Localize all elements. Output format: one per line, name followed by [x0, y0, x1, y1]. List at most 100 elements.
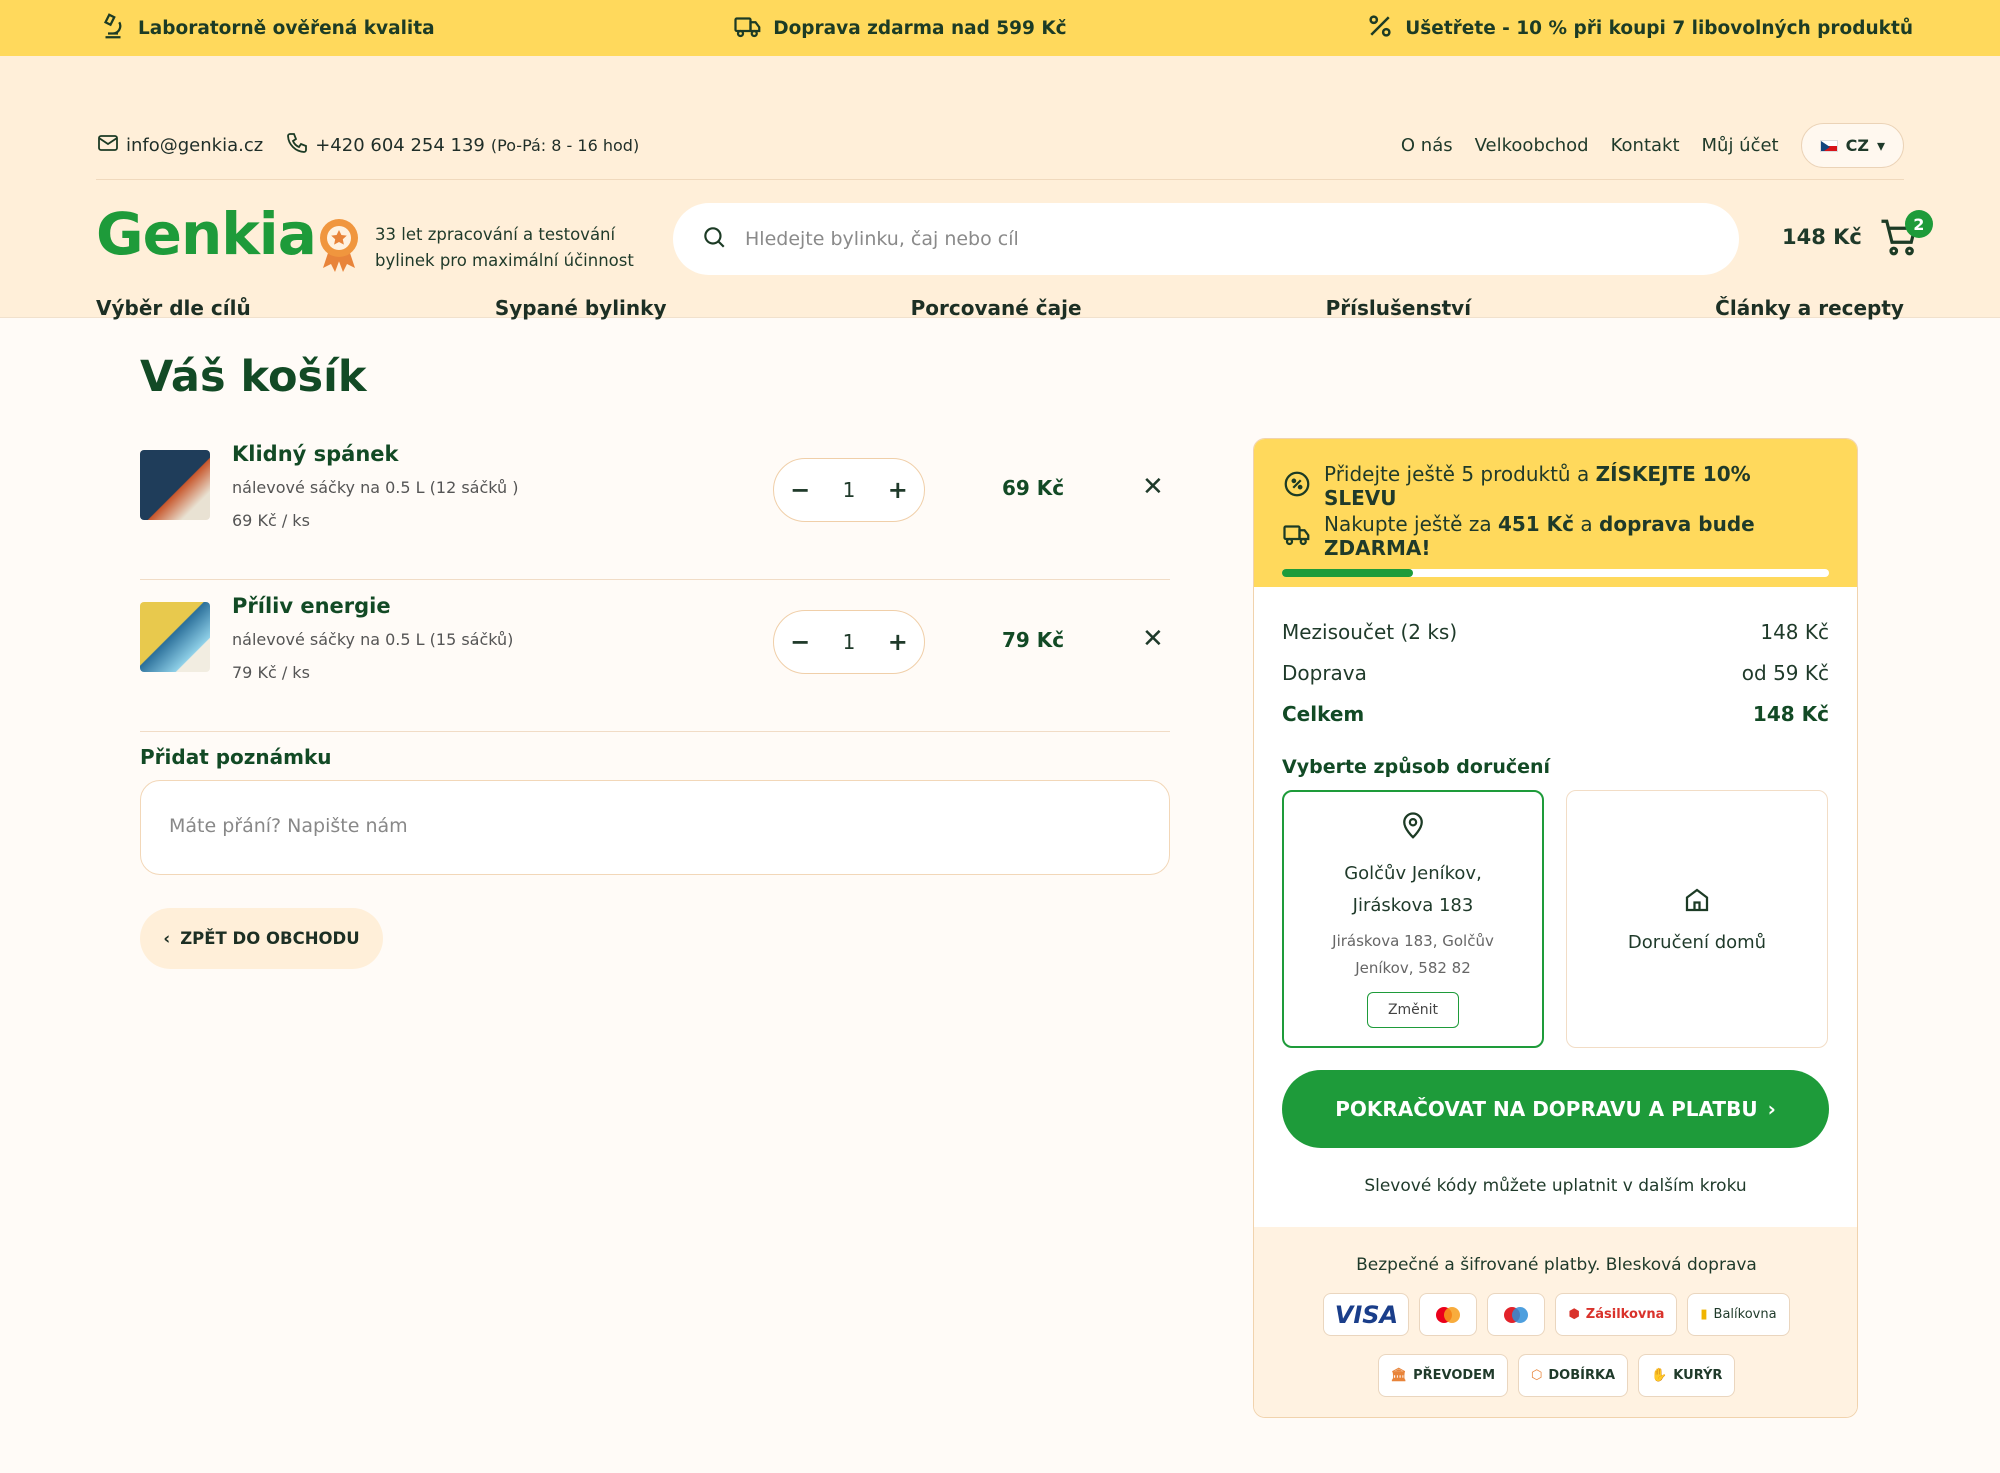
promo-bar: Laboratorně ověřená kvalita Doprava zdar… [0, 0, 2000, 56]
cart-item: Klidný spánek nálevové sáčky na 0.5 L (1… [140, 428, 1170, 580]
delivery-option-pickup[interactable]: Golčův Jeníkov, Jiráskova 183 Jiráskova … [1282, 790, 1544, 1048]
main-navigation: Výběr dle cílů Sypané bylinky Porcované … [96, 296, 1904, 320]
page-title: Váš košík [140, 352, 367, 402]
totals: Mezisoučet (2 ks) 148 Kč Doprava od 59 K… [1254, 587, 1857, 1196]
nav-goals[interactable]: Výběr dle cílů [96, 296, 251, 320]
microscope-icon [98, 11, 128, 46]
unit-price: 79 Kč / ks [232, 663, 310, 682]
badge-line-2: bylinek pro maximální účinnost [375, 251, 634, 270]
subtotal-value: 148 Kč [1760, 619, 1829, 644]
increase-button[interactable]: + [888, 628, 908, 656]
language-switcher[interactable]: CZ ▾ [1800, 123, 1904, 168]
product-image[interactable] [140, 602, 210, 672]
quantity-value[interactable]: 1 [843, 630, 856, 654]
total-label: Celkem [1282, 701, 1365, 726]
change-pickup-button[interactable]: Změnit [1366, 991, 1460, 1028]
promo-shipping-text: Doprava zdarma nad 599 Kč [773, 17, 1067, 39]
nav-loose-herbs[interactable]: Sypané bylinky [495, 296, 667, 320]
continue-button[interactable]: POKRAČOVAT NA DOPRAVU A PLATBU › [1282, 1070, 1829, 1148]
shipping-row: Doprava od 59 Kč [1282, 652, 1829, 693]
home-icon [1682, 885, 1712, 932]
location-pin-icon [1398, 811, 1428, 858]
balikovna-icon: ▮ [1700, 1307, 1708, 1322]
quantity-value[interactable]: 1 [843, 478, 856, 502]
pickup-title-1: Golčův Jeníkov, [1344, 862, 1482, 884]
delivery-options: Golčův Jeníkov, Jiráskova 183 Jiráskova … [1282, 790, 1829, 1048]
percent-icon [1365, 11, 1395, 46]
czech-flag-icon [1819, 139, 1838, 152]
promo-discount: Ušetřete - 10 % při koupi 7 libovolných … [1365, 11, 1913, 46]
product-name[interactable]: Příliv energie [232, 594, 391, 618]
cart-item: Příliv energie nálevové sáčky na 0.5 L (… [140, 580, 1170, 732]
quantity-stepper: − 1 + [773, 458, 925, 522]
nav-accessories[interactable]: Příslušenství [1326, 296, 1471, 320]
phone-text: +420 604 254 139 [315, 135, 485, 156]
cart-items: Klidný spánek nálevové sáčky na 0.5 L (1… [140, 428, 1170, 732]
link-about[interactable]: O nás [1401, 135, 1453, 156]
cart-icon[interactable]: 2 [1878, 210, 1933, 258]
phone-link[interactable]: +420 604 254 139 (Po-Pá: 8 - 16 hod) [285, 131, 639, 160]
nav-tea-bags[interactable]: Porcované čaje [911, 296, 1082, 320]
delivery-option-home[interactable]: Doručení domů [1566, 790, 1828, 1048]
discount-icon [1282, 469, 1312, 504]
note-label: Přidat poznámku [140, 745, 332, 769]
site-logo[interactable]: Genkia [96, 200, 317, 268]
site-header: info@genkia.cz +420 604 254 139 (Po-Pá: … [0, 56, 2000, 320]
promo-discount-text: Ušetřete - 10 % při koupi 7 libovolných … [1405, 17, 1913, 39]
link-contact[interactable]: Kontakt [1611, 135, 1680, 156]
back-to-shop-button[interactable]: ‹ ZPĚT DO OBCHODU [140, 908, 383, 969]
maestro-logo [1487, 1293, 1546, 1336]
link-wholesale[interactable]: Velkoobchod [1475, 135, 1589, 156]
progress-fill [1282, 569, 1414, 577]
shipping-label: Doprava [1282, 660, 1367, 685]
delivery-title: Vyberte způsob doručení [1282, 756, 1551, 778]
decrease-button[interactable]: − [790, 628, 810, 656]
shipping-progress-text: Nakupte ještě za 451 Kč a doprava bude Z… [1324, 512, 1755, 560]
utility-links: O nás Velkoobchod Kontakt Můj účet CZ ▾ [1401, 123, 1904, 168]
package-icon: ⬡ [1531, 1368, 1543, 1383]
increase-button[interactable]: + [888, 476, 908, 504]
search-bar [673, 203, 1739, 275]
unit-price: 69 Kč / ks [232, 511, 310, 530]
decrease-button[interactable]: − [790, 476, 810, 504]
cash-on-delivery-badge: ⬡ DOBÍRKA [1518, 1354, 1629, 1397]
balikovna-logo: ▮ Balíkovna [1687, 1293, 1790, 1336]
payment-methods-row-2: 🏛 PŘEVODEM ⬡ DOBÍRKA ✋ KURÝR [1254, 1354, 1857, 1397]
promo-shipping: Doprava zdarma nad 599 Kč [733, 11, 1067, 46]
remove-item-button[interactable]: ✕ [1142, 472, 1164, 502]
hand-package-icon: ✋ [1651, 1368, 1668, 1383]
shipping-value: od 59 Kč [1741, 660, 1829, 685]
remove-item-button[interactable]: ✕ [1142, 624, 1164, 654]
discount-progress-line: Přidejte ještě 5 produktů a ZÍSKEJTE 10%… [1282, 461, 1829, 511]
home-delivery-label: Doručení domů [1627, 932, 1767, 953]
total-value: 148 Kč [1752, 701, 1829, 726]
badge-line-1: 33 let zpracování a testování [375, 225, 616, 244]
quantity-stepper: − 1 + [773, 610, 925, 674]
pickup-address: Jiráskova 183, Golčův Jeníkov, 582 82 [1332, 931, 1494, 977]
shipping-progress-line: Nakupte ještě za 451 Kč a doprava bude Z… [1282, 511, 1829, 561]
note-field[interactable] [140, 780, 1170, 875]
mini-cart[interactable]: 148 Kč 2 [1782, 210, 1933, 258]
discount-code-note: Slevové kódy můžete uplatnit v dalším kr… [1364, 1176, 1747, 1196]
link-account[interactable]: Můj účet [1702, 135, 1779, 156]
order-summary: Přidejte ještě 5 produktů a ZÍSKEJTE 10%… [1253, 438, 1858, 1418]
truck-icon [1282, 519, 1312, 554]
chevron-left-icon: ‹ [163, 929, 171, 948]
nav-articles[interactable]: Články a recepty [1715, 296, 1904, 320]
truck-icon [733, 11, 763, 46]
chevron-right-icon: › [1767, 1097, 1776, 1121]
caret-down-icon: ▾ [1876, 136, 1885, 155]
contact-info: info@genkia.cz +420 604 254 139 (Po-Pá: … [96, 131, 639, 160]
mail-icon [96, 131, 120, 160]
search-input[interactable] [745, 228, 1645, 250]
product-name[interactable]: Klidný spánek [232, 442, 399, 466]
language-code: CZ [1845, 136, 1869, 155]
product-image[interactable] [140, 450, 210, 520]
mastercard-logo [1419, 1293, 1478, 1336]
search-icon[interactable] [701, 224, 727, 254]
box-icon: ⬢ [1568, 1307, 1580, 1322]
free-shipping-progress [1282, 569, 1829, 577]
visa-logo: VISA [1323, 1293, 1410, 1336]
email-link[interactable]: info@genkia.cz [96, 131, 263, 160]
line-price: 69 Kč [1002, 476, 1065, 500]
